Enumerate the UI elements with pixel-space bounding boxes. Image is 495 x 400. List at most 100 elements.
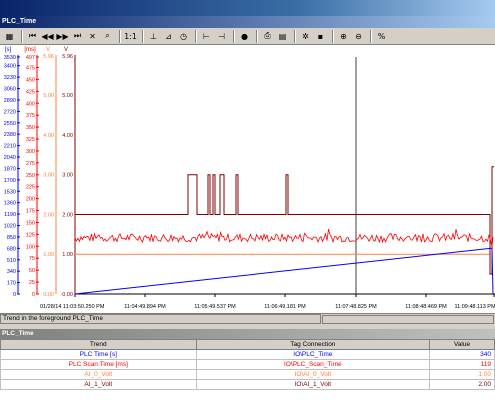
tick-ms: 450	[26, 77, 35, 83]
zoom-area-icon[interactable]: ⊿	[162, 30, 175, 43]
tick-ms: 175	[26, 209, 35, 215]
status-text: Trend in the foreground PLC_Time	[0, 314, 321, 324]
toolbar-separator	[195, 29, 197, 43]
toolbar-separator	[119, 29, 121, 43]
cell-value: 1.00	[429, 369, 495, 380]
tick-ms: 25	[29, 280, 35, 286]
table-row[interactable]: AI_1_Volt IO\AI_1_Volt 2.00	[0, 379, 495, 390]
tick-ms: 200	[26, 197, 35, 203]
zoom-in-icon[interactable]: ⊕	[337, 30, 350, 43]
header-trend[interactable]: Trend	[0, 339, 197, 350]
tick-s: 510	[7, 258, 16, 264]
percent-icon[interactable]: %	[375, 30, 388, 43]
toolbar-separator	[233, 29, 235, 43]
rewind-icon[interactable]: ◀◀	[41, 30, 54, 43]
stop-icon[interactable]: ✕	[86, 30, 99, 43]
tick-s: 2550	[4, 121, 16, 127]
tick-ms: 0	[32, 292, 35, 298]
tick-ms: 275	[26, 161, 35, 167]
tick-v1: 2.00	[43, 212, 54, 218]
tick-v1: 5.00	[43, 93, 54, 99]
zoom-icon[interactable]: ⌕	[101, 30, 114, 43]
tick-v1: 3.00	[43, 173, 54, 179]
start-icon[interactable]: ●	[238, 30, 251, 43]
window-top-strip	[0, 0, 495, 16]
tick-v1: 1.00	[43, 252, 54, 258]
series-plc-time	[74, 247, 494, 295]
tick-ms: 497	[26, 55, 35, 61]
table-row[interactable]: PLC Time [s] IO\PLC_Time 340	[0, 349, 495, 360]
tick-s: 680	[7, 246, 16, 252]
unit-v1-label: V	[46, 47, 50, 53]
tick-s: 2040	[4, 155, 16, 161]
tick-s: 3060	[4, 87, 16, 93]
header-tag-connection[interactable]: Tag Connection	[195, 339, 431, 350]
print-icon[interactable]: ⎙	[261, 30, 274, 43]
cell-value: 340	[429, 349, 495, 360]
toolbar-separator	[294, 29, 296, 43]
tick-ms: 350	[26, 125, 35, 131]
tick-ms: 225	[26, 185, 35, 191]
table-row[interactable]: PLC Scan Time [ms] IO\PLC_Scan_Time 119	[0, 359, 495, 370]
tick-ms: 475	[26, 65, 35, 71]
last-icon[interactable]: ⏭	[71, 30, 84, 43]
tick-v2: 5.00	[62, 93, 73, 99]
tick-ms: 50	[29, 268, 35, 274]
unit-ms-label: [ms]	[24, 47, 36, 53]
time-axis-labels: 01/28/14 11:03:50.250 PM 11:04:49.894 PM 1…	[40, 304, 495, 310]
value-table: Trend Tag Connection Value PLC Time [s] I…	[0, 339, 495, 390]
header-value[interactable]: Value	[429, 339, 495, 350]
next-axis-icon[interactable]: ⊣	[215, 30, 228, 43]
series-ai1	[75, 166, 494, 275]
edit-icon[interactable]: ▦	[3, 30, 16, 43]
tick-ms: 250	[26, 173, 35, 179]
tick-s: 1190	[4, 212, 16, 218]
time-label: 11:04:49.894 PM	[124, 304, 166, 310]
plot-area	[74, 57, 495, 297]
one-to-one-icon[interactable]: 1:1	[124, 30, 137, 43]
time-label: 11:07:48.825 PM	[335, 304, 377, 310]
tick-s: 170	[7, 281, 16, 287]
axis-scan-time: 4974754504254003753503253002752502252001…	[26, 55, 39, 298]
cell-tag: IO\PLC_Scan_Time	[195, 359, 431, 370]
select-trend-icon[interactable]: ▤	[276, 30, 289, 43]
toolbar-separator	[370, 29, 372, 43]
tick-s: 2890	[4, 98, 16, 104]
zoom-out-icon[interactable]: ⊖	[352, 30, 365, 43]
cell-tag: IO\AI_0_Volt	[195, 369, 431, 380]
table-row[interactable]: AI_0_Volt IO\AI_0_Volt 1.00	[0, 369, 495, 380]
cell-tag: IO\PLC_Time	[195, 349, 431, 360]
tick-s: 3400	[4, 64, 16, 70]
time-label: 11:09:48.113 PM	[454, 304, 495, 310]
tick-s: 340	[7, 269, 16, 275]
time-icon[interactable]: ◷	[177, 30, 190, 43]
config-icon[interactable]: ✲	[299, 30, 312, 43]
tick-ms: 75	[29, 256, 35, 262]
trend-toolbar: ▦ ⏮ ◀◀ ▶▶ ⏭ ✕ ⌕ 1:1 ⊥ ⊿ ◷ ⊢ ⊣ ● ⎙ ▤ ✲ ▪ ⊕ ⊖%	[0, 28, 495, 45]
tick-ms: 375	[26, 113, 35, 119]
tick-v2: 2.00	[62, 212, 73, 218]
forward-icon[interactable]: ▶▶	[56, 30, 69, 43]
table-title: PLC_Time	[0, 329, 495, 339]
toolbar-separator	[21, 29, 23, 43]
axis-plc-time: [s] [ms] V V3530340032303060289027202550238…	[4, 47, 68, 298]
tick-ms: 300	[26, 149, 35, 155]
tick-ms: 425	[26, 89, 35, 95]
cell-tag: IO\AI_1_Volt	[195, 379, 431, 390]
status-box	[322, 315, 494, 324]
ruler-icon[interactable]: ⊥	[147, 30, 160, 43]
tick-s: 3530	[4, 55, 16, 61]
tick-v1: 0.00	[43, 292, 54, 298]
trend-chart-area[interactable]: [s] [ms] V V 3530 3400 3230 3060 2890 2720 2550 238…	[0, 45, 495, 313]
first-icon[interactable]: ⏮	[26, 30, 39, 43]
value-table-panel: Trend Tag Connection Value PLC Time [s] I…	[0, 339, 495, 400]
tick-s: 1530	[4, 189, 16, 195]
cell-value: 119	[429, 359, 495, 370]
prev-axis-icon[interactable]: ⊢	[200, 30, 213, 43]
trend-window-title: PLC_Time	[0, 16, 495, 28]
save-icon[interactable]: ▪	[314, 30, 327, 43]
toolbar-separator	[256, 29, 258, 43]
status-bar: Trend in the foreground PLC_Time	[0, 313, 495, 324]
tick-s: 1360	[4, 201, 16, 207]
tick-ms: 400	[26, 101, 35, 107]
